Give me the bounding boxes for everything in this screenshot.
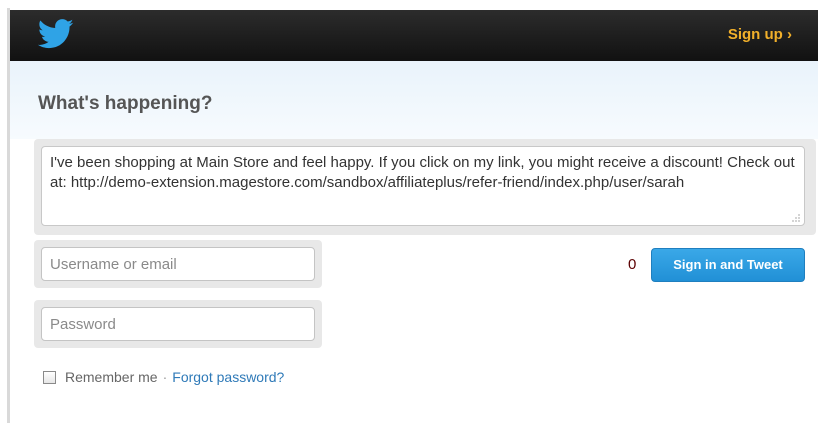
headline-bar: What's happening?	[10, 61, 818, 139]
username-field-wrapper	[34, 240, 322, 288]
signup-link[interactable]: Sign up ›	[728, 26, 792, 43]
password-input[interactable]	[41, 307, 315, 341]
resize-grip-icon[interactable]	[791, 213, 801, 223]
top-bar: Sign up ›	[10, 10, 818, 61]
tweet-box-wrapper: I've been shopping at Main Store and fee…	[34, 139, 816, 235]
page-title: What's happening?	[38, 93, 213, 114]
twitter-bird-icon[interactable]	[37, 19, 75, 49]
password-field-wrapper	[34, 300, 322, 348]
tweet-textarea[interactable]: I've been shopping at Main Store and fee…	[41, 146, 805, 226]
remember-me-checkbox[interactable]	[43, 370, 56, 384]
username-input[interactable]	[41, 247, 315, 281]
tweet-panel: What's happening? I've been shopping at …	[10, 61, 818, 423]
separator-dot: ·	[162, 369, 168, 385]
remember-row: Remember me · Forgot password?	[43, 367, 284, 387]
character-counter: 0	[628, 256, 637, 273]
remember-me-label[interactable]: Remember me	[65, 369, 158, 385]
sign-in-and-tweet-button[interactable]: Sign in and Tweet	[651, 248, 805, 282]
forgot-password-link[interactable]: Forgot password?	[172, 369, 284, 385]
